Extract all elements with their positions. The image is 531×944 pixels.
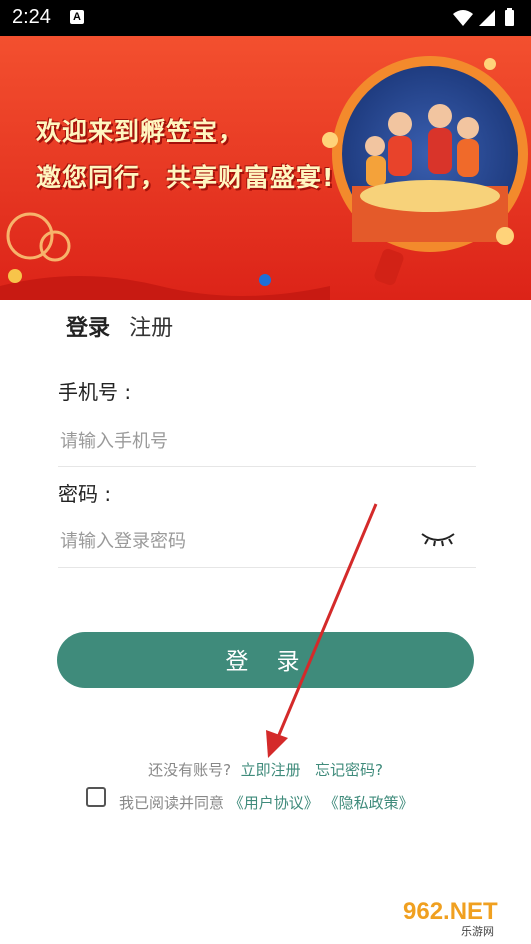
tab-login[interactable]: 登录 bbox=[66, 310, 110, 342]
battery-icon bbox=[505, 10, 514, 26]
account-links: 还没有账号? 立即注册 忘记密码? bbox=[0, 759, 531, 780]
banner-headline: 欢迎来到孵笠宝， bbox=[36, 117, 245, 146]
agreement-checkbox[interactable] bbox=[86, 787, 106, 807]
tab-register[interactable]: 注册 bbox=[129, 310, 173, 342]
password-label: 密码 : bbox=[58, 482, 112, 506]
status-time: 2:24 bbox=[12, 6, 51, 28]
wifi-icon bbox=[453, 10, 473, 26]
watermark-brand: 962.NET bbox=[403, 898, 498, 925]
privacy-policy-link[interactable]: 《隐私政策》 bbox=[324, 794, 414, 812]
agreement-text: 我已阅读并同意 《用户协议》 《隐私政策》 bbox=[119, 792, 414, 813]
status-bar: 2:24 A bbox=[0, 0, 531, 36]
no-account-text: 还没有账号? bbox=[148, 761, 232, 779]
status-icons bbox=[453, 8, 514, 26]
watermark-logo: 962.NET 乐游网 bbox=[395, 893, 527, 939]
promo-banner[interactable]: 欢迎来到孵笠宝， 邀您同行，共享财富盛宴! bbox=[0, 36, 531, 300]
auth-tabs: 登录 注册 bbox=[66, 310, 187, 342]
notification-icon: A bbox=[70, 10, 84, 24]
signal-icon bbox=[479, 10, 495, 26]
forgot-password-link[interactable]: 忘记密码? bbox=[315, 761, 383, 779]
phone-label: 手机号 : bbox=[58, 380, 132, 404]
eye-closed-icon[interactable] bbox=[420, 528, 456, 548]
login-button[interactable]: 登录 bbox=[57, 632, 474, 688]
banner-subheadline: 邀您同行，共享财富盛宴! bbox=[36, 163, 335, 192]
register-now-link[interactable]: 立即注册 bbox=[241, 761, 301, 779]
watermark-subtitle: 乐游网 bbox=[461, 925, 494, 938]
carousel-indicator-dot[interactable] bbox=[259, 274, 271, 286]
agreement-prefix: 我已阅读并同意 bbox=[119, 794, 225, 812]
phone-input[interactable] bbox=[58, 416, 476, 467]
password-input[interactable] bbox=[58, 516, 476, 568]
user-agreement-link[interactable]: 《用户协议》 bbox=[229, 794, 319, 812]
